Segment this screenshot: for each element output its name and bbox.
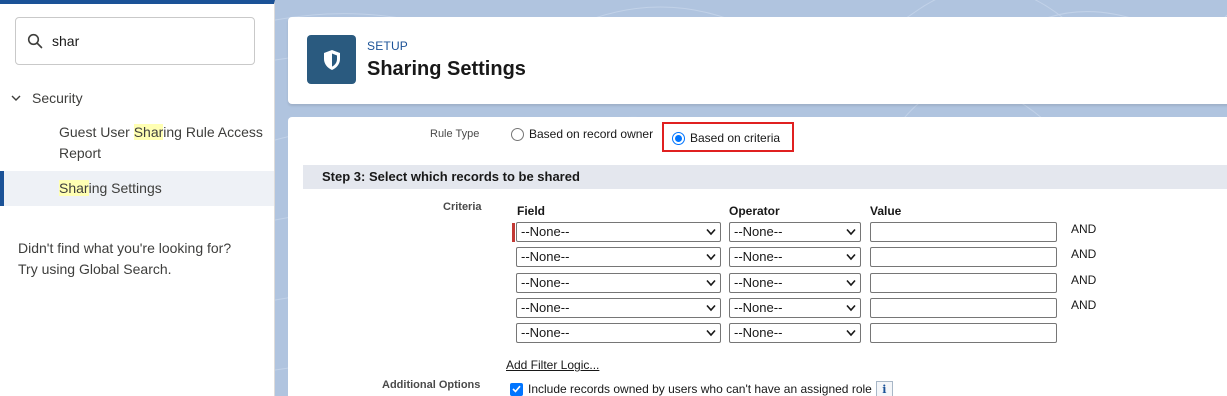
criteria-value-input[interactable] <box>870 222 1057 242</box>
checkbox-label: Include records owned by users who can't… <box>528 382 872 396</box>
tree-item-guest-user-sharing-rule-access-report[interactable]: Guest User Sharing Rule Access Report <box>0 122 274 164</box>
global-search-hint: Try using Global Search. <box>18 261 172 277</box>
select-value: --None-- <box>734 224 783 239</box>
criteria-label: Criteria <box>443 201 482 213</box>
field-column-header: Field <box>517 204 546 218</box>
chevron-down-icon <box>846 279 856 287</box>
criteria-operator-select[interactable]: --None-- <box>729 222 861 242</box>
criteria-value-input[interactable] <box>870 298 1057 318</box>
include-unassigned-role-option[interactable]: Include records owned by users who can't… <box>510 381 893 396</box>
value-column-header: Value <box>870 204 902 218</box>
criteria-field-select[interactable]: --None-- <box>516 273 721 293</box>
not-found-message: Didn't find what you're looking for? Try… <box>18 238 268 280</box>
info-icon[interactable]: i <box>875 381 893 396</box>
not-found-line: Didn't find what you're looking for? <box>18 240 232 256</box>
rule-type-option-criteria[interactable]: Based on criteria <box>672 131 780 145</box>
chevron-down-icon <box>706 228 716 236</box>
tree-item-text: ing Settings <box>88 180 162 196</box>
main-content: SETUP Sharing Settings Rule Type Based o… <box>275 0 1227 396</box>
sharing-rule-form: Rule Type Based on record owner Based on… <box>288 117 1227 396</box>
page-header: SETUP Sharing Settings <box>288 17 1227 104</box>
add-filter-logic-link[interactable]: Add Filter Logic... <box>506 358 599 372</box>
additional-options-label: Additional Options <box>382 379 481 391</box>
chevron-down-icon <box>706 253 716 261</box>
checkmark-icon <box>512 385 521 393</box>
radio-button[interactable] <box>511 127 524 141</box>
search-match-highlight: Shar <box>133 124 164 140</box>
quick-find-input[interactable] <box>52 30 247 52</box>
criteria-conjunction: AND <box>1071 298 1097 312</box>
radio-label: Based on criteria <box>690 131 781 145</box>
search-icon <box>27 33 43 49</box>
quick-find-box[interactable] <box>15 17 255 65</box>
tree-item-text: Guest User <box>59 124 134 140</box>
criteria-field-select[interactable]: --None-- <box>516 247 721 267</box>
radio-button[interactable] <box>672 131 685 145</box>
shield-icon <box>307 35 356 84</box>
select-value: --None-- <box>734 300 783 315</box>
chevron-down-icon <box>846 329 856 337</box>
chevron-down-icon <box>846 304 856 312</box>
annotation-highlight-box: Based on criteria <box>662 122 794 152</box>
select-value: --None-- <box>734 275 783 290</box>
select-value: --None-- <box>521 300 570 315</box>
tree-node-security[interactable]: Security <box>0 84 274 112</box>
search-match-highlight: Shar <box>59 180 89 196</box>
select-value: --None-- <box>521 249 570 264</box>
criteria-operator-select[interactable]: --None-- <box>729 273 861 293</box>
page-eyebrow: SETUP <box>367 39 409 53</box>
chevron-down-icon <box>706 329 716 337</box>
page-title: Sharing Settings <box>367 58 526 80</box>
tree-node-label: Security <box>32 90 83 106</box>
app-root: Security Guest User Sharing Rule Access … <box>0 0 1227 396</box>
step-section-header: Step 3: Select which records to be share… <box>303 165 1227 189</box>
required-indicator <box>512 223 515 242</box>
criteria-operator-select[interactable]: --None-- <box>729 247 861 267</box>
select-value: --None-- <box>521 275 570 290</box>
criteria-field-select[interactable]: --None-- <box>516 323 721 343</box>
operator-column-header: Operator <box>729 204 780 218</box>
criteria-value-input[interactable] <box>870 273 1057 293</box>
tree-item-sharing-settings[interactable]: Sharing Settings <box>0 171 274 206</box>
criteria-field-select[interactable]: --None-- <box>516 298 721 318</box>
chevron-down-icon <box>846 228 856 236</box>
criteria-operator-select[interactable]: --None-- <box>729 298 861 318</box>
criteria-conjunction: AND <box>1071 222 1097 236</box>
chevron-down-icon <box>706 304 716 312</box>
criteria-field-select[interactable]: --None-- <box>516 222 721 242</box>
select-value: --None-- <box>521 224 570 239</box>
select-value: --None-- <box>734 249 783 264</box>
radio-label: Based on record owner <box>529 127 654 141</box>
checkbox[interactable] <box>510 382 523 396</box>
chevron-down-icon <box>706 279 716 287</box>
criteria-operator-select[interactable]: --None-- <box>729 323 861 343</box>
chevron-down-icon[interactable] <box>10 92 22 104</box>
criteria-conjunction: AND <box>1071 273 1097 287</box>
select-value: --None-- <box>734 325 783 340</box>
setup-sidebar: Security Guest User Sharing Rule Access … <box>0 0 275 396</box>
chevron-down-icon <box>846 253 856 261</box>
rule-type-label: Rule Type <box>430 128 480 140</box>
criteria-value-input[interactable] <box>870 323 1057 343</box>
rule-type-radio-group: Based on record owner <box>511 127 653 141</box>
rule-type-option-owner[interactable]: Based on record owner <box>511 127 653 141</box>
criteria-conjunction: AND <box>1071 247 1097 261</box>
criteria-value-input[interactable] <box>870 247 1057 267</box>
select-value: --None-- <box>521 325 570 340</box>
